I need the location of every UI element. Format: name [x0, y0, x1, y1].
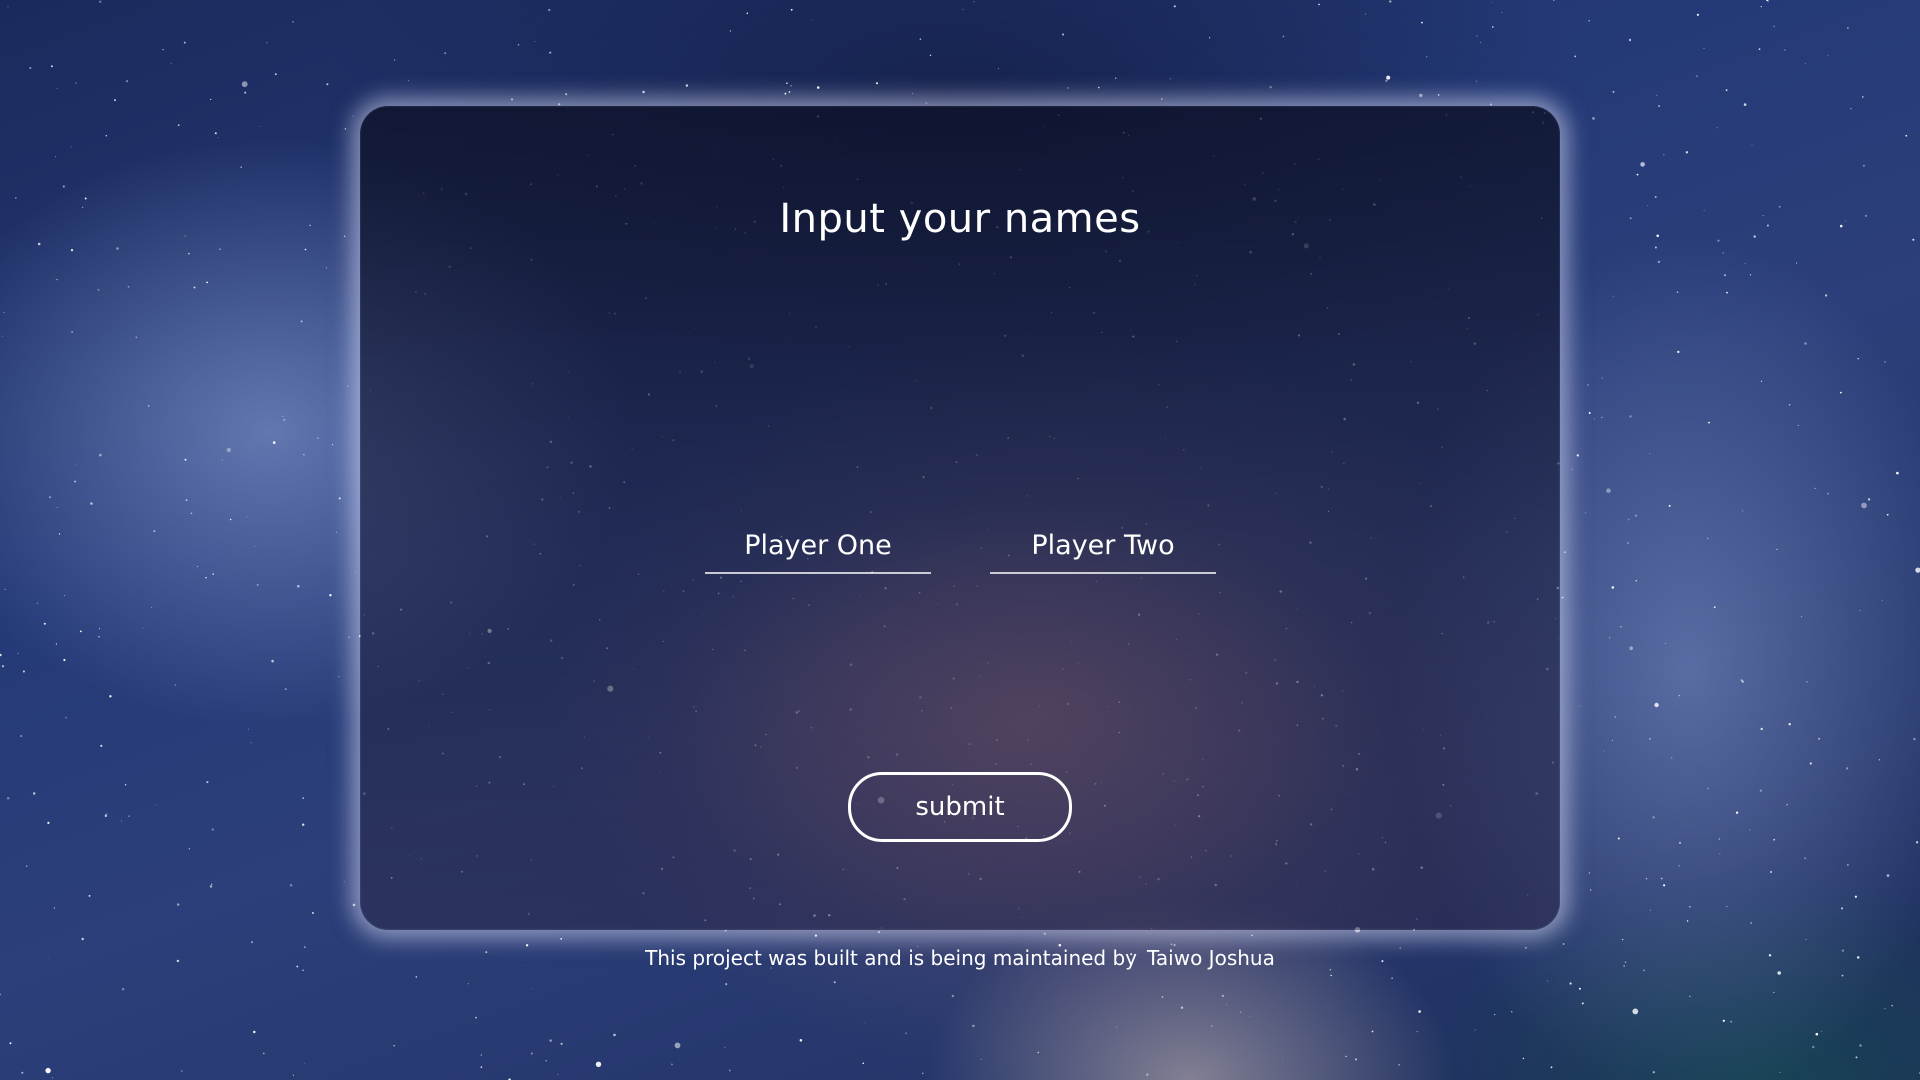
player-one-input[interactable] — [705, 518, 931, 574]
submit-button[interactable]: submit — [848, 772, 1072, 842]
name-entry-card: Input your names submit — [360, 106, 1560, 930]
page-title: Input your names — [779, 196, 1141, 242]
footer-text: This project was built and is being main… — [645, 946, 1138, 970]
author-link[interactable]: Taiwo Joshua — [1147, 946, 1275, 970]
footer-credit: This project was built and is being main… — [0, 946, 1920, 970]
player-two-input[interactable] — [990, 518, 1216, 574]
